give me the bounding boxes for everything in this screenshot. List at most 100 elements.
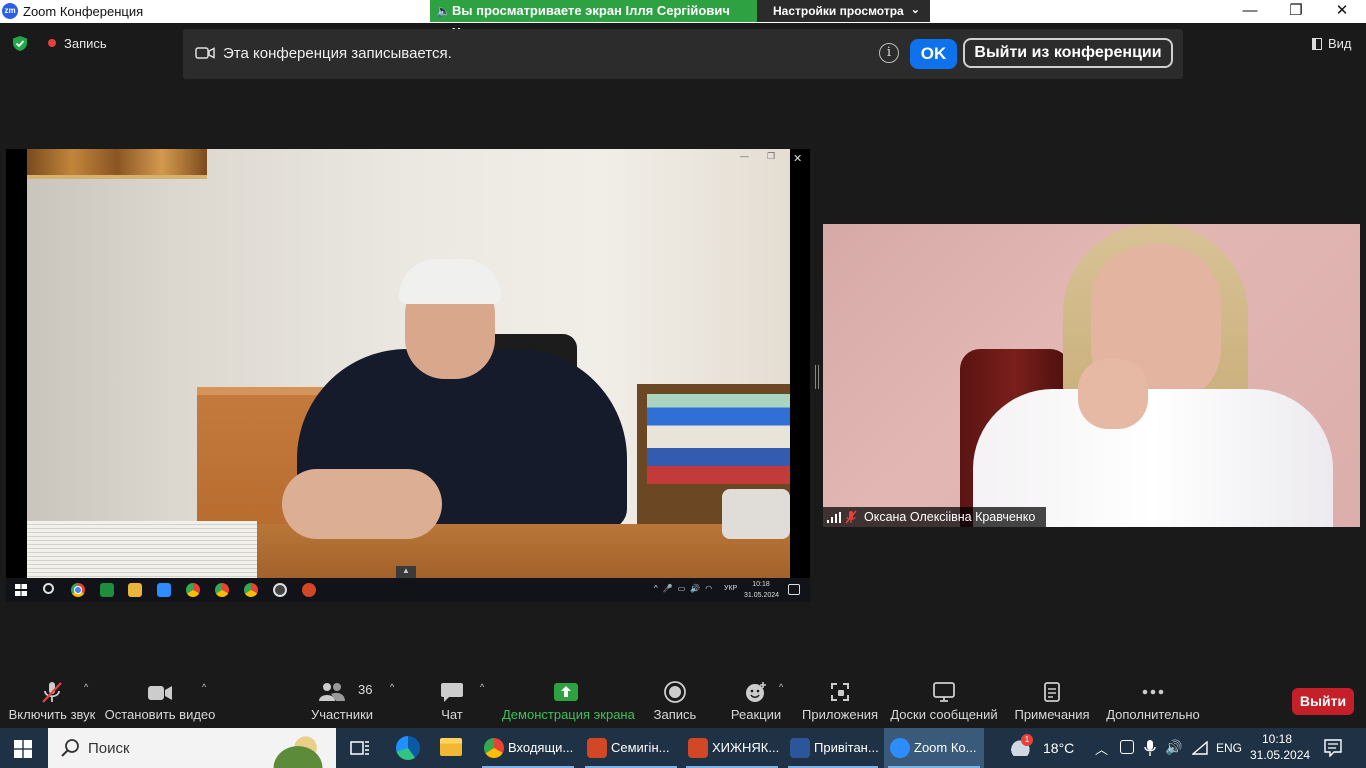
system-clock[interactable]: 10:18 31.05.2024 bbox=[1250, 731, 1311, 763]
notes-label: Примечания bbox=[1014, 707, 1090, 722]
participant-video[interactable] bbox=[823, 224, 1360, 527]
taskbar-app-powerpoint-2[interactable]: ХИЖНЯК... bbox=[682, 728, 782, 768]
signal-strength-icon bbox=[827, 512, 841, 523]
stop-video-button[interactable]: Остановить видео bbox=[104, 674, 216, 728]
info-icon[interactable]: i bbox=[879, 43, 899, 63]
remote-chrome-icon-4 bbox=[244, 583, 258, 597]
taskbar-app-label: ХИЖНЯК... bbox=[712, 740, 780, 755]
view-layout-icon bbox=[1312, 38, 1322, 50]
remote-powerpoint-icon bbox=[302, 583, 316, 597]
edge-icon[interactable] bbox=[396, 736, 420, 760]
zoom-icon bbox=[890, 738, 910, 758]
view-label: Вид bbox=[1328, 36, 1352, 51]
audio-options-caret[interactable]: ^ bbox=[84, 682, 88, 692]
volume-icon[interactable]: 🔊 bbox=[1165, 739, 1182, 756]
split-divider-handle[interactable] bbox=[815, 365, 819, 389]
temperature[interactable]: 18°C bbox=[1043, 740, 1074, 756]
smiley-icon bbox=[746, 682, 766, 702]
ok-button[interactable]: OK bbox=[910, 39, 957, 69]
chevron-up-icon[interactable]: ▲ bbox=[396, 566, 416, 578]
file-explorer-icon[interactable] bbox=[440, 738, 462, 756]
leave-button[interactable]: Выйти bbox=[1292, 688, 1354, 715]
taskbar-app-zoom[interactable]: Zoom Ко... bbox=[884, 728, 984, 768]
participant-hand bbox=[1078, 359, 1148, 429]
share-screen-button[interactable]: Демонстрация экрана bbox=[502, 674, 635, 728]
task-view-icon[interactable] bbox=[350, 739, 370, 757]
weather-badge: 1 bbox=[1021, 734, 1033, 746]
view-settings-label: Настройки просмотра bbox=[773, 4, 904, 18]
remote-zoom-icon bbox=[157, 583, 171, 597]
remote-windows-start-icon bbox=[15, 584, 27, 596]
search-highlight-art bbox=[260, 734, 336, 768]
search-placeholder: Поиск bbox=[88, 740, 130, 757]
view-settings-button[interactable]: Настройки просмотра ⌄ bbox=[757, 0, 930, 22]
recording-dot-icon bbox=[48, 39, 56, 47]
remote-clock: 10:18 31.05.2024 bbox=[744, 579, 780, 601]
apps-button[interactable]: Приложения bbox=[802, 674, 878, 728]
stop-video-label: Остановить видео bbox=[104, 707, 216, 722]
reactions-options-caret[interactable]: ^ bbox=[779, 682, 783, 692]
encryption-shield-icon[interactable] bbox=[12, 35, 28, 52]
participant-name: Оксана Олексіівна Кравченко bbox=[864, 510, 1036, 524]
participants-options-caret[interactable]: ^ bbox=[390, 682, 394, 692]
desk-phone bbox=[722, 489, 790, 539]
more-button[interactable]: Дополнительно bbox=[1106, 674, 1200, 728]
video-camera-icon bbox=[148, 686, 172, 700]
chat-options-caret[interactable]: ^ bbox=[480, 682, 484, 692]
presenter-arms bbox=[282, 469, 442, 539]
participants-icon bbox=[318, 683, 345, 701]
remote-close-icon: ✕ bbox=[793, 153, 803, 165]
taskbar-app-powerpoint-1[interactable]: Семигін... bbox=[581, 728, 681, 768]
notes-button[interactable]: Примечания bbox=[1014, 674, 1090, 728]
chat-icon bbox=[441, 683, 463, 702]
reactions-label: Реакции bbox=[730, 707, 782, 722]
close-button[interactable]: ✕ bbox=[1319, 0, 1365, 23]
network-icon[interactable] bbox=[1192, 741, 1208, 755]
view-button[interactable]: Вид bbox=[1312, 36, 1352, 51]
whiteboard-icon bbox=[933, 682, 955, 702]
minimize-button[interactable]: — bbox=[1227, 0, 1273, 23]
video-options-caret[interactable]: ^ bbox=[202, 682, 206, 692]
participants-label: Участники bbox=[310, 707, 374, 722]
taskbar-app-word[interactable]: Привітан... bbox=[784, 728, 882, 768]
windows-start-icon[interactable] bbox=[14, 740, 32, 758]
clock-date: 31.05.2024 bbox=[1250, 748, 1311, 762]
record-label: Запись bbox=[653, 707, 697, 722]
reactions-button[interactable]: Реакции bbox=[728, 674, 784, 728]
input-language[interactable]: ENG bbox=[1216, 741, 1242, 755]
microphone-icon[interactable] bbox=[1144, 739, 1156, 757]
recording-notice: Эта конференция записывается. i OK Выйти… bbox=[183, 29, 1183, 79]
window-title: Zoom Конференция bbox=[23, 4, 144, 19]
muted-mic-icon bbox=[845, 510, 857, 524]
powerpoint-icon bbox=[688, 738, 708, 758]
apps-icon bbox=[831, 683, 849, 701]
remote-date: 31.05.2024 bbox=[744, 592, 780, 599]
word-icon bbox=[790, 738, 810, 758]
remote-search-icon bbox=[43, 583, 54, 594]
chevron-down-icon: ⌄ bbox=[910, 4, 920, 16]
remote-restore-icon: ❐ bbox=[767, 151, 776, 161]
remote-chrome-icon-2 bbox=[186, 583, 200, 597]
chat-button[interactable]: Чат bbox=[427, 674, 477, 728]
windows-taskbar: Поиск Входящи... Семигін... ХИЖНЯК... Пр… bbox=[0, 728, 1366, 768]
presenter-hair bbox=[399, 259, 501, 304]
share-screen-label: Демонстрация экрана bbox=[502, 707, 635, 722]
taskbar-app-label: Zoom Ко... bbox=[914, 740, 977, 755]
taskbar-app-label: Семигін... bbox=[611, 740, 670, 755]
remote-player-icon bbox=[273, 583, 287, 597]
taskbar-app-chrome[interactable]: Входящи... bbox=[478, 728, 578, 768]
record-button[interactable]: Запись bbox=[650, 674, 700, 728]
paper-stack bbox=[27, 521, 257, 578]
zoom-app-icon: zm bbox=[2, 3, 18, 19]
leave-conference-button[interactable]: Выйти из конференции bbox=[963, 38, 1173, 68]
meet-now-icon[interactable] bbox=[1120, 740, 1134, 754]
taskbar-app-label: Привітан... bbox=[814, 740, 879, 755]
restore-button[interactable]: ❐ bbox=[1273, 0, 1319, 23]
taskbar-search-box[interactable]: Поиск bbox=[48, 728, 336, 768]
tray-chevron-up-icon[interactable]: ︿ bbox=[1095, 739, 1108, 758]
remote-sheets-icon bbox=[100, 583, 114, 597]
whiteboards-button[interactable]: Доски сообщений bbox=[890, 674, 998, 728]
notification-center-icon[interactable] bbox=[1324, 739, 1342, 757]
remote-notification-icon bbox=[788, 584, 800, 595]
recording-label[interactable]: Запись bbox=[64, 36, 107, 51]
